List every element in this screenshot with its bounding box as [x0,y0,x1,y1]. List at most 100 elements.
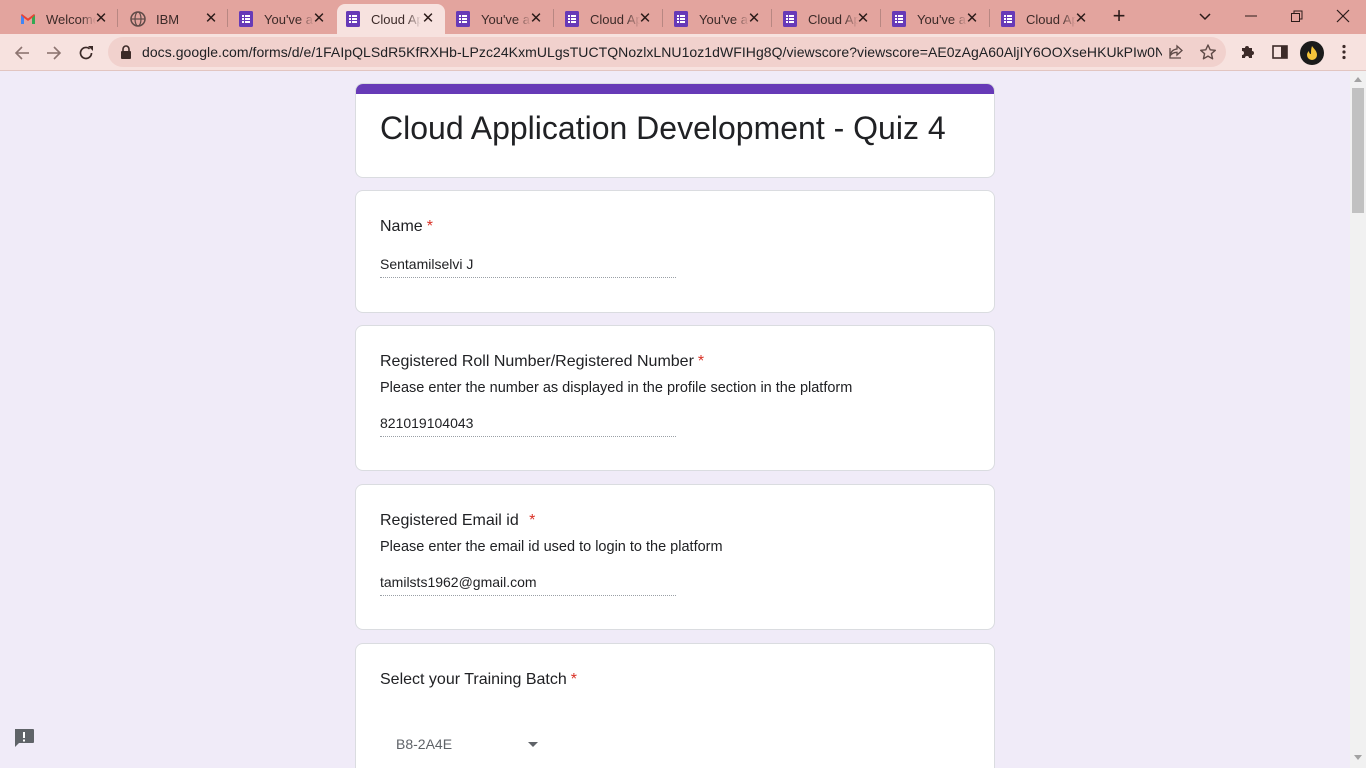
question-card-roll-number: Registered Roll Number/Registered Number… [355,325,995,471]
close-icon[interactable]: ✕ [963,10,981,28]
forward-button[interactable] [42,41,66,65]
browser-tab-1[interactable]: IBM ✕ [122,4,228,34]
scroll-down-arrow-icon[interactable] [1354,755,1362,760]
bookmark-star-icon[interactable] [1199,43,1217,61]
share-icon[interactable] [1167,43,1185,61]
browser-tab-7[interactable]: Cloud Ap ✕ [774,4,880,34]
tab-title: You've a [917,11,966,27]
tab-separator [989,9,990,27]
tab-separator [117,9,118,27]
question-card-email: Registered Email id * Please enter the e… [355,484,995,630]
question-label: Registered Roll Number/Registered Number [380,353,694,370]
tab-search-chevron-icon[interactable] [1196,8,1214,26]
close-icon[interactable]: ✕ [419,10,437,28]
dropdown-selected-value: B8-2A4E [396,736,453,752]
tab-title: Cloud Ap [808,11,858,27]
tab-separator [771,9,772,27]
reload-icon [79,46,93,60]
tab-title: Cloud Ap [590,11,640,27]
forms-icon [564,11,580,27]
dropdown-arrow-icon [528,742,538,747]
scroll-up-arrow-icon[interactable] [1354,77,1362,82]
close-icon[interactable]: ✕ [636,10,654,28]
question-title: Registered Email id * [380,512,535,530]
tab-title: IBM [156,11,180,27]
answer-email: tamilsts1962@gmail.com [380,574,676,596]
tab-separator [553,9,554,27]
required-asterisk: * [529,512,536,529]
tab-title: Cloud Ap [1026,11,1076,27]
gmail-icon [20,11,36,27]
side-panel-icon[interactable] [1270,42,1290,62]
minimize-button[interactable] [1239,5,1263,27]
close-window-button[interactable] [1331,5,1355,27]
reload-button[interactable] [74,41,98,65]
tab-separator [662,9,663,27]
forms-icon [345,11,361,27]
close-icon[interactable]: ✕ [527,10,545,28]
question-title: Select your Training Batch * [380,671,577,689]
address-bar[interactable]: docs.google.com/forms/d/e/1FAIpQLSdR5KfR… [108,37,1226,67]
kebab-menu-icon[interactable] [1334,42,1354,62]
browser-tab-9[interactable]: Cloud Ap ✕ [992,4,1098,34]
tab-separator [880,9,881,27]
url-text[interactable]: docs.google.com/forms/d/e/1FAIpQLSdR5KfR… [142,44,1162,60]
browser-tab-8[interactable]: You've a ✕ [883,4,989,34]
profile-avatar[interactable] [1300,41,1324,65]
form-header-card: Cloud Application Development - Quiz 4 [355,83,995,178]
lock-icon[interactable] [120,45,132,59]
tab-title: Cloud Ap [371,11,421,27]
required-asterisk: * [697,353,705,370]
question-description: Please enter the email id used to login … [380,539,723,555]
arrow-left-icon [14,46,29,60]
forms-icon [455,11,471,27]
question-label: Registered Email id [380,512,524,529]
report-feedback-icon[interactable] [13,728,35,748]
restore-button[interactable] [1285,5,1309,27]
tab-title: You've a [699,11,748,27]
required-asterisk: * [570,671,577,688]
tab-title: Welcome [46,11,96,27]
question-title: Registered Roll Number/Registered Number… [380,353,704,371]
close-icon[interactable]: ✕ [202,10,220,28]
arrow-right-icon [47,46,62,60]
question-title: Name * [380,218,433,236]
back-button[interactable] [10,41,34,65]
answer-name: Sentamilselvi J [380,256,676,278]
close-icon[interactable]: ✕ [92,10,110,28]
extensions-puzzle-icon[interactable] [1238,42,1258,62]
scrollbar-thumb[interactable] [1352,88,1364,213]
forms-icon [1000,11,1016,27]
required-asterisk: * [426,218,433,235]
browser-tab-2[interactable]: You've a ✕ [230,4,336,34]
question-card-training-batch: Select your Training Batch * B8-2A4E [355,643,995,768]
forms-icon [673,11,689,27]
form-page: Cloud Application Development - Quiz 4 N… [0,71,1350,768]
browser-tab-5[interactable]: Cloud Ap ✕ [556,4,662,34]
close-icon[interactable]: ✕ [310,10,328,28]
browser-tab-3-active[interactable]: Cloud Ap ✕ [337,4,445,34]
close-icon[interactable]: ✕ [745,10,763,28]
answer-roll-number: 821019104043 [380,415,676,437]
forms-icon [891,11,907,27]
close-icon[interactable]: ✕ [1072,10,1090,28]
forms-icon [238,11,254,27]
form-title: Cloud Application Development - Quiz 4 [380,110,946,146]
browser-tab-0[interactable]: Welcome ✕ [12,4,118,34]
question-description: Please enter the number as displayed in … [380,380,853,396]
tab-strip: Welcome ✕ IBM ✕ You've a ✕ Cloud Ap ✕ Yo… [0,0,1366,34]
tab-title: You've a [264,11,313,27]
forms-icon [782,11,798,27]
tab-separator [227,9,228,27]
new-tab-button[interactable]: + [1108,5,1130,28]
vertical-scrollbar[interactable] [1350,71,1366,768]
batch-dropdown[interactable]: B8-2A4E [380,724,560,764]
question-label: Select your Training Batch [380,671,567,688]
form-accent-bar [356,84,994,94]
browser-tab-4[interactable]: You've a ✕ [447,4,553,34]
close-icon[interactable]: ✕ [854,10,872,28]
globe-icon [130,11,146,27]
browser-tab-6[interactable]: You've a ✕ [665,4,771,34]
question-label: Name [380,218,423,235]
browser-toolbar: docs.google.com/forms/d/e/1FAIpQLSdR5KfR… [0,34,1366,71]
